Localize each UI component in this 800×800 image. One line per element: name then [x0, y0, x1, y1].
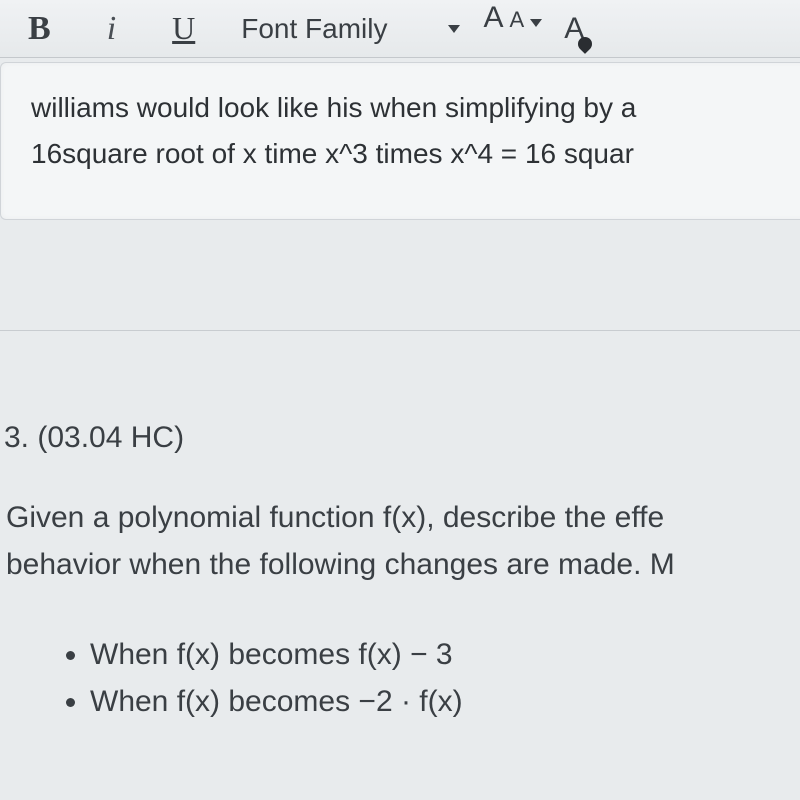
italic-button[interactable]: i	[79, 1, 144, 57]
question-body: Given a polynomial function f(x), descri…	[0, 455, 800, 588]
editor-line-2: 16square root of x time x^3 times x^4 = …	[31, 131, 800, 177]
font-family-dropdown[interactable]: Font Family	[223, 1, 477, 57]
question-bullet-list: When f(x) becomes f(x) − 3 When f(x) bec…	[0, 588, 800, 725]
font-size-large-a: A	[484, 1, 504, 35]
question-section: 3. (03.04 HC) Given a polynomial functio…	[0, 331, 800, 725]
list-item: When f(x) becomes f(x) − 3	[90, 632, 800, 679]
font-family-label: Font Family	[241, 13, 387, 45]
question-body-line-1: Given a polynomial function f(x), descri…	[6, 495, 800, 542]
list-item: When f(x) becomes −2 · f(x)	[90, 679, 800, 726]
text-editor-area[interactable]: williams would look like his when simpli…	[0, 62, 800, 220]
question-body-line-2: behavior when the following changes are …	[6, 542, 800, 589]
editor-line-1: williams would look like his when simpli…	[31, 85, 800, 131]
bold-button[interactable]: B	[18, 1, 79, 57]
font-size-small-a: A	[510, 7, 525, 33]
chevron-down-icon	[530, 19, 542, 27]
chevron-down-icon	[448, 25, 460, 33]
question-heading: 3. (03.04 HC)	[0, 421, 800, 455]
font-color-button[interactable]: A	[552, 1, 584, 57]
font-size-dropdown[interactable]: A A	[478, 1, 553, 57]
formatting-toolbar: B i U Font Family A A A	[0, 0, 800, 58]
underline-button[interactable]: U	[144, 1, 223, 57]
